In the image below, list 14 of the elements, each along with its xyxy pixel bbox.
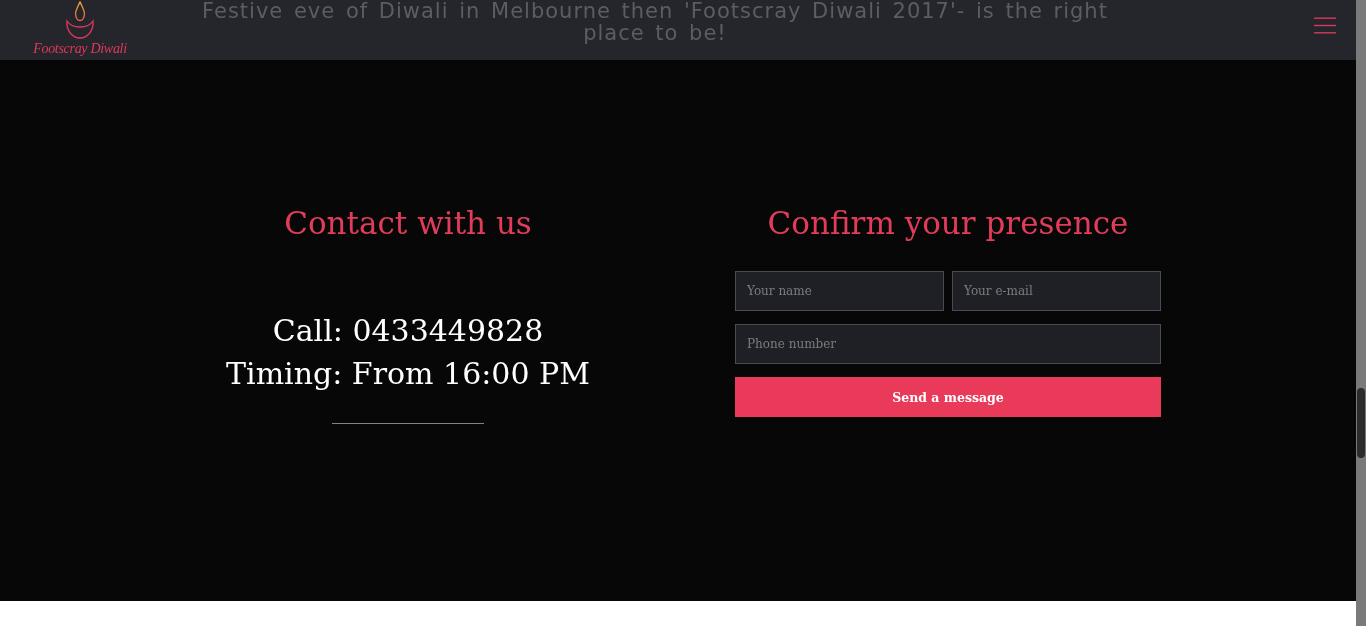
menu-button[interactable] [1314,17,1336,34]
contact-info-text: Timing: From 16:00 PM [226,355,590,393]
contact-info-text: Call: 0433449828 [272,312,544,350]
input-field[interactable]: Phone number [735,324,1161,364]
scrollbar[interactable] [1356,0,1366,626]
menu-icon [1314,17,1336,34]
logo-text[interactable]: Footscray Diwali [33,41,127,57]
scrollbar-thumb[interactable] [1357,388,1365,458]
tagline-text: Festive eve of Diwali in Melbourne then 'Footscray Diwali 2017'- is the right place to be! [201,0,1109,44]
contact-heading: Contact with us [284,204,532,243]
input-field[interactable]: Your name [735,271,944,311]
input-field[interactable]: Your e-mail [952,271,1161,311]
rsvp-heading: Confirm your presence [767,204,1129,243]
send-button[interactable]: Send a message [735,377,1161,417]
